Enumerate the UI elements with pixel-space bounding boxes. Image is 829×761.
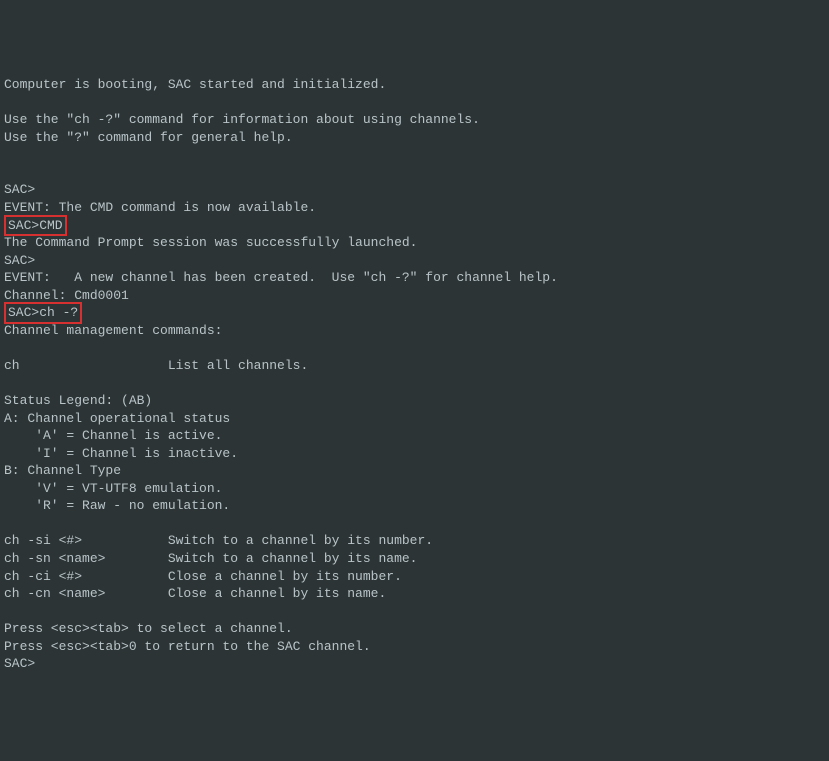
terminal-line: ch List all channels. — [4, 357, 825, 375]
terminal-line — [4, 374, 825, 392]
terminal-line: SAC> — [4, 181, 825, 199]
terminal-line: Channel management commands: — [4, 322, 825, 340]
terminal-line: SAC> — [4, 252, 825, 270]
terminal-line: EVENT: A new channel has been created. U… — [4, 269, 825, 287]
terminal-line: SAC>CMD — [4, 217, 825, 235]
terminal-line — [4, 515, 825, 533]
terminal-line: SAC> — [4, 655, 825, 673]
terminal-output[interactable]: Computer is booting, SAC started and ini… — [4, 76, 825, 673]
terminal-line: Press <esc><tab> to select a channel. — [4, 620, 825, 638]
terminal-line: 'R' = Raw - no emulation. — [4, 497, 825, 515]
terminal-line — [4, 94, 825, 112]
terminal-line: Use the "ch -?" command for information … — [4, 111, 825, 129]
terminal-line: ch -ci <#> Close a channel by its number… — [4, 568, 825, 586]
terminal-line: Use the "?" command for general help. — [4, 129, 825, 147]
terminal-line — [4, 164, 825, 182]
terminal-line: B: Channel Type — [4, 462, 825, 480]
terminal-line: 'V' = VT-UTF8 emulation. — [4, 480, 825, 498]
highlighted-command: SAC>ch -? — [4, 302, 82, 324]
terminal-line: Channel: Cmd0001 — [4, 287, 825, 305]
terminal-line: Status Legend: (AB) — [4, 392, 825, 410]
terminal-line: Press <esc><tab>0 to return to the SAC c… — [4, 638, 825, 656]
terminal-line: ch -cn <name> Close a channel by its nam… — [4, 585, 825, 603]
terminal-line: Computer is booting, SAC started and ini… — [4, 76, 825, 94]
terminal-line: SAC>ch -? — [4, 304, 825, 322]
terminal-line: A: Channel operational status — [4, 410, 825, 428]
terminal-line — [4, 146, 825, 164]
terminal-line: ch -si <#> Switch to a channel by its nu… — [4, 532, 825, 550]
terminal-line: 'A' = Channel is active. — [4, 427, 825, 445]
terminal-line — [4, 339, 825, 357]
terminal-line: The Command Prompt session was successfu… — [4, 234, 825, 252]
terminal-line: ch -sn <name> Switch to a channel by its… — [4, 550, 825, 568]
highlighted-command: SAC>CMD — [4, 215, 67, 237]
terminal-line: EVENT: The CMD command is now available. — [4, 199, 825, 217]
terminal-line: 'I' = Channel is inactive. — [4, 445, 825, 463]
terminal-line — [4, 603, 825, 621]
